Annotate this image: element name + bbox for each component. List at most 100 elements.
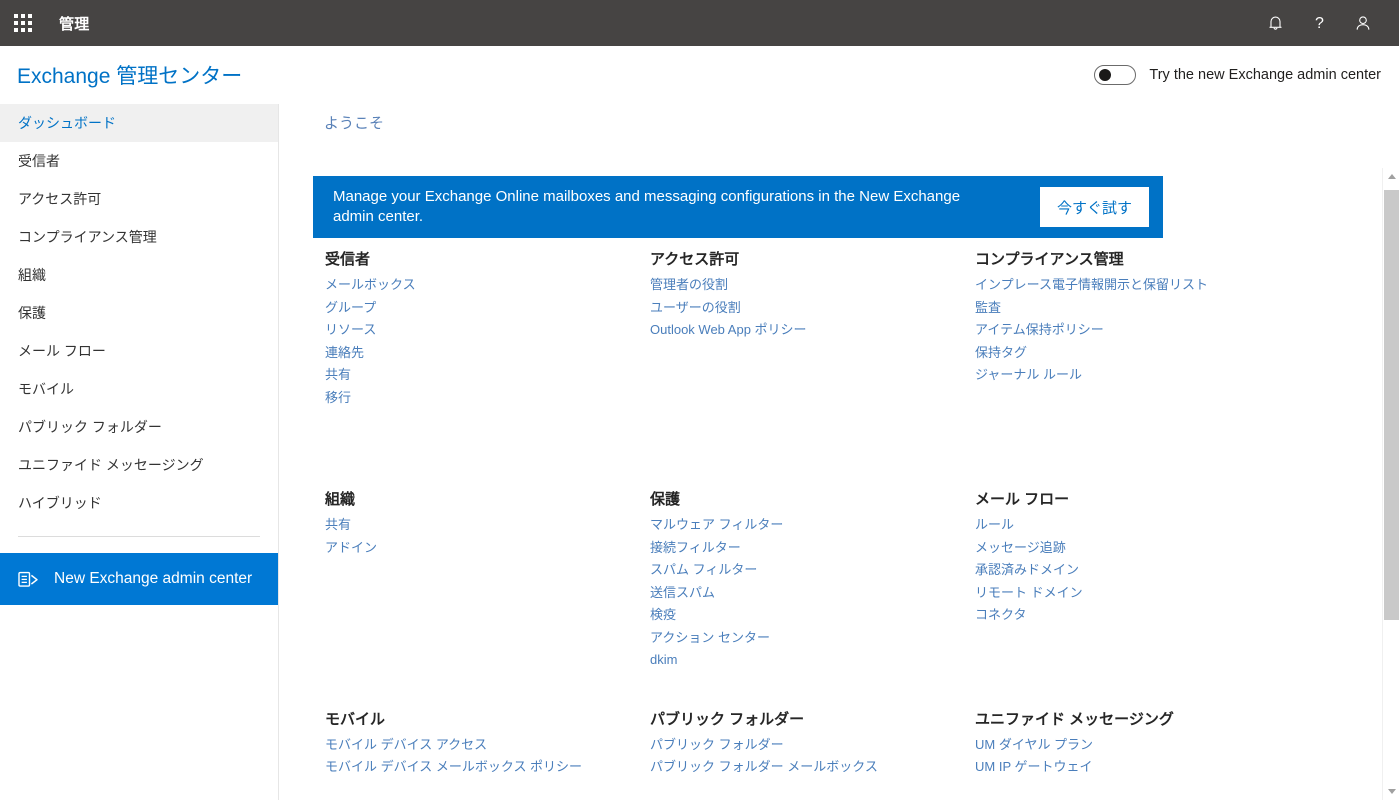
suite-title: 管理 xyxy=(59,15,90,33)
dashboard-link[interactable]: 送信スパム xyxy=(650,582,715,605)
dashboard-link[interactable]: dkim xyxy=(650,649,677,672)
dashboard-link[interactable]: アクション センター xyxy=(650,627,770,650)
account-button[interactable] xyxy=(1341,0,1385,46)
dashboard-link[interactable]: モバイル デバイス アクセス xyxy=(325,734,487,757)
scrollbar-thumb[interactable] xyxy=(1384,190,1399,620)
sidebar-item-8[interactable]: パブリック フォルダー xyxy=(0,408,278,446)
dashboard-link[interactable]: 保持タグ xyxy=(975,342,1027,365)
dashboard-link[interactable]: 接続フィルター xyxy=(650,537,741,560)
dashboard-link[interactable]: アドイン xyxy=(325,537,377,560)
welcome-text: ようこそ xyxy=(324,115,385,132)
scroll-down-button[interactable] xyxy=(1383,783,1399,800)
sidebar-item-7[interactable]: モバイル xyxy=(0,370,278,408)
page-title: Exchange 管理センター xyxy=(17,65,243,88)
dashboard-link[interactable]: 移行 xyxy=(325,387,351,410)
app-launcher-button[interactable] xyxy=(0,0,46,46)
sidebar-item-3[interactable]: コンプライアンス管理 xyxy=(0,218,278,256)
try-new-eac-toggle[interactable] xyxy=(1094,65,1137,85)
dashboard-link[interactable]: 連絡先 xyxy=(325,342,364,365)
dashboard-group-title: メール フロー xyxy=(975,491,1070,508)
dashboard-link[interactable]: アイテム保持ポリシー xyxy=(975,319,1104,342)
sidebar-item-label: 保護 xyxy=(18,305,46,321)
sidebar-item-9[interactable]: ユニファイド メッセージング xyxy=(0,446,278,484)
brand-bar: Exchange 管理センター Try the new Exchange adm… xyxy=(0,46,1399,104)
sidebar-item-label: 組織 xyxy=(18,267,46,283)
dashboard-link[interactable]: ユーザーの役割 xyxy=(650,297,741,320)
chevron-up-icon xyxy=(1387,174,1396,179)
toggle-knob xyxy=(1099,69,1112,81)
dashboard-link[interactable]: インプレース電子情報開示と保留リスト xyxy=(975,274,1208,297)
dashboard-group: アクセス許可 管理者の役割 ユーザーの役割 Outlook Web App ポリシー xyxy=(650,248,975,409)
sidebar-item-5[interactable]: 保護 xyxy=(0,294,278,332)
sidebar-item-0[interactable]: ダッシュボード xyxy=(0,104,278,142)
sidebar: ダッシュボード 受信者アクセス許可コンプライアンス管理 組織保護メール フローモバイ… xyxy=(0,104,279,800)
dashboard-link[interactable]: 監査 xyxy=(975,297,1001,320)
sidebar-item-label: ユニファイド メッセージング xyxy=(18,457,204,473)
exchange-icon xyxy=(16,567,40,591)
dashboard-group-title: パブリック フォルダー xyxy=(650,710,805,728)
dashboard-link[interactable]: UM IP ゲートウェイ xyxy=(975,756,1093,779)
sidebar-item-label: アクセス許可 xyxy=(18,191,102,207)
dashboard-link[interactable]: Outlook Web App ポリシー xyxy=(650,319,807,342)
dashboard-link[interactable]: リソース xyxy=(325,319,376,342)
dashboard-link[interactable]: UM ダイヤル プラン xyxy=(975,734,1093,757)
sidebar-item-label: ダッシュボード xyxy=(18,115,116,131)
sidebar-item-label: ハイブリッド xyxy=(18,495,102,511)
dashboard-link[interactable]: 検疫 xyxy=(650,604,676,627)
sidebar-divider xyxy=(18,536,260,537)
vertical-scrollbar[interactable] xyxy=(1382,168,1399,800)
notifications-button[interactable] xyxy=(1253,0,1297,46)
dashboard-group-row: 組織 共有 アドイン 保護 マルウェア フィルター 接続フィルター スパム フィルター 送信ス… xyxy=(280,488,1369,672)
sidebar-item-10[interactable]: ハイブリッド xyxy=(0,484,278,522)
dashboard-link[interactable]: リモート ドメイン xyxy=(975,582,1083,605)
dashboard-group: 受信者 メールボックス グループ リソース 連絡先 共有 移行 xyxy=(325,248,650,409)
dashboard-link[interactable]: 共有 xyxy=(325,364,351,387)
dashboard-group: 組織 共有 アドイン xyxy=(325,488,650,672)
dashboard-link[interactable]: ジャーナル ルール xyxy=(975,364,1082,387)
sidebar-item-new-exchange-admin-center[interactable]: New Exchange admin center xyxy=(0,553,278,605)
sidebar-nav-list: ダッシュボード 受信者アクセス許可コンプライアンス管理 組織保護メール フローモバイ… xyxy=(0,104,278,522)
scroll-up-button[interactable] xyxy=(1383,168,1399,185)
dashboard-groups: 受信者 メールボックス グループ リソース 連絡先 共有 移行 アクセス許可 管理者の役割 ユーザ… xyxy=(280,248,1369,779)
dashboard-group-title: 組織 xyxy=(325,491,356,508)
sidebar-item-2[interactable]: アクセス許可 xyxy=(0,180,278,218)
dashboard-link[interactable]: メールボックス xyxy=(325,274,416,297)
main-content: ようこそ Manage your Exchange Online mailbox… xyxy=(280,104,1369,800)
dashboard-link[interactable]: モバイル デバイス メールボックス ポリシー xyxy=(325,756,582,779)
sidebar-item-4[interactable]: 組織 xyxy=(0,256,278,294)
dashboard-link[interactable]: コネクタ xyxy=(975,604,1026,627)
dashboard-link[interactable]: マルウェア フィルター xyxy=(650,514,783,537)
scrollbar-track[interactable] xyxy=(1384,620,1399,782)
sidebar-item-label: コンプライアンス管理 xyxy=(18,229,157,245)
dashboard-link[interactable]: パブリック フォルダー メールボックス xyxy=(650,756,878,779)
new-eac-promo-banner: Manage your Exchange Online mailboxes an… xyxy=(313,176,1163,238)
suite-header-bar: 管理 ? xyxy=(0,0,1399,46)
dashboard-group: コンプライアンス管理インプレース電子情報開示と保留リスト 監査 アイテム保持ポリシー… xyxy=(975,248,1300,409)
chevron-down-icon xyxy=(1387,789,1396,794)
bell-icon xyxy=(1269,16,1281,30)
dashboard-group-row: 受信者 メールボックス グループ リソース 連絡先 共有 移行 アクセス許可 管理者の役割 ユーザ… xyxy=(280,248,1369,409)
dashboard-link[interactable]: 承認済みドメイン xyxy=(975,559,1079,582)
dashboard-group-title: 保護 xyxy=(650,491,681,508)
dashboard-link[interactable]: 管理者の役割 xyxy=(650,274,728,297)
dashboard-link[interactable]: パブリック フォルダー xyxy=(650,734,784,757)
sidebar-item-1[interactable]: 受信者 xyxy=(0,142,278,180)
dashboard-link[interactable]: ルール xyxy=(975,514,1014,537)
try-now-button[interactable]: 今すぐ試す xyxy=(1039,187,1149,227)
row-spacer xyxy=(280,409,1369,488)
suite-header-actions: ? xyxy=(1253,0,1399,46)
dashboard-link[interactable]: グループ xyxy=(325,297,376,320)
dashboard-group: ユニファイド メッセージング UM ダイヤル プラン UM IP ゲートウェイ xyxy=(975,708,1300,779)
dashboard-link[interactable]: スパム フィルター xyxy=(650,559,757,582)
dashboard-group-title: コンプライアンス管理 xyxy=(975,251,1124,268)
account-icon xyxy=(1356,15,1370,30)
row-spacer xyxy=(280,672,1369,708)
dashboard-group: メール フロールール メッセージ追跡 承認済みドメイン リモート ドメイン コネクタ xyxy=(975,488,1300,672)
dashboard-group-title: モバイル xyxy=(325,710,386,728)
dashboard-link[interactable]: メッセージ追跡 xyxy=(975,537,1066,560)
help-button[interactable]: ? xyxy=(1297,0,1341,46)
dashboard-link[interactable]: 共有 xyxy=(325,514,351,537)
sidebar-item-6[interactable]: メール フロー xyxy=(0,332,278,370)
sidebar-item-label: 受信者 xyxy=(18,153,60,169)
sidebar-item-label: モバイル xyxy=(18,381,74,397)
